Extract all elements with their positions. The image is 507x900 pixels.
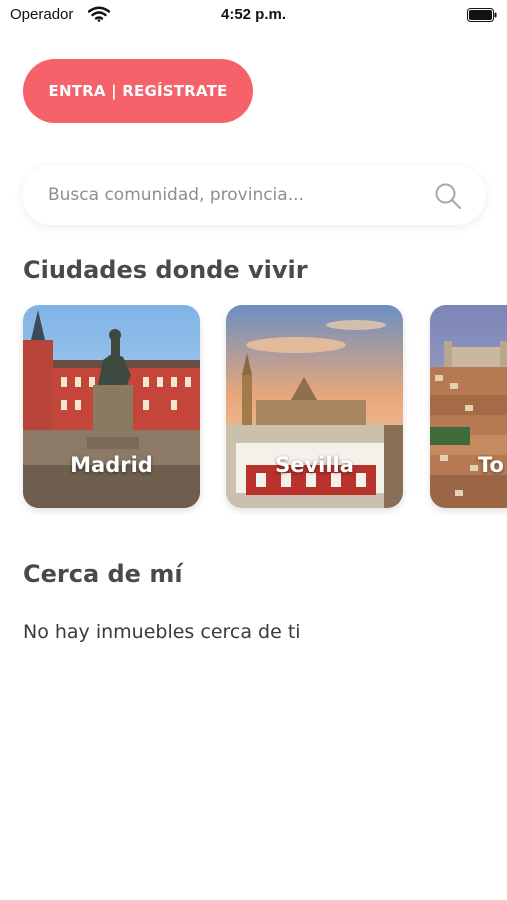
city-card-madrid[interactable]: Madrid xyxy=(23,305,200,508)
nearby-section-title: Cerca de mí xyxy=(23,560,183,588)
cities-section-title: Ciudades donde vivir xyxy=(23,256,308,284)
cities-carousel[interactable]: Madrid Sevilla To xyxy=(0,305,507,515)
battery-icon xyxy=(467,8,497,22)
madrid-image xyxy=(23,305,200,508)
status-bar: Operador 4:52 p.m. xyxy=(0,0,507,32)
nearby-empty-message: No hay inmuebles cerca de ti xyxy=(23,621,301,643)
city-name-madrid: Madrid xyxy=(70,453,153,477)
login-register-button[interactable]: ENTRA | REGÍSTRATE xyxy=(23,59,253,123)
search-bar[interactable] xyxy=(22,165,486,225)
city-card-sevilla[interactable]: Sevilla xyxy=(226,305,403,508)
sevilla-image xyxy=(226,305,403,508)
search-icon[interactable] xyxy=(434,182,462,210)
toledo-image xyxy=(430,305,507,508)
city-card-toledo[interactable]: To xyxy=(430,305,507,508)
status-time: 4:52 p.m. xyxy=(220,6,287,23)
city-name-sevilla: Sevilla xyxy=(275,453,354,477)
search-input[interactable] xyxy=(48,165,428,225)
city-name-toledo: To xyxy=(478,453,504,477)
